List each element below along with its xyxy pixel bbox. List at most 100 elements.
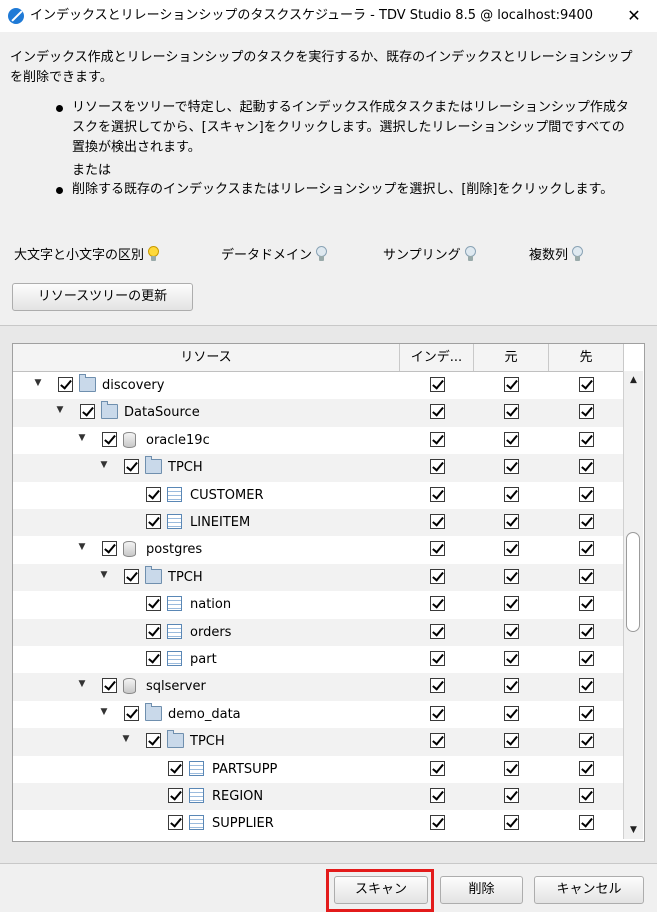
tree-row[interactable]: CUSTOMER: [13, 482, 624, 509]
source-checkbox[interactable]: [504, 541, 519, 557]
tree-row[interactable]: LINEITEM: [13, 509, 624, 537]
target-checkbox[interactable]: [579, 788, 594, 803]
tree-row[interactable]: ▼ postgres: [13, 536, 624, 563]
expand-toggle-icon[interactable]: ▼: [77, 679, 87, 689]
index-checkbox[interactable]: [430, 678, 445, 694]
index-checkbox[interactable]: [430, 815, 445, 831]
column-header-resource[interactable]: リソース: [13, 344, 400, 371]
target-checkbox[interactable]: [579, 596, 594, 612]
tree-row[interactable]: ▼ TPCH: [13, 563, 624, 592]
target-checkbox[interactable]: [579, 815, 594, 831]
index-checkbox[interactable]: [430, 705, 445, 721]
tree-row[interactable]: ▼ TPCH: [13, 454, 624, 482]
tree-row[interactable]: part: [13, 646, 624, 673]
index-checkbox[interactable]: [430, 733, 445, 749]
index-checkbox[interactable]: [430, 514, 445, 529]
source-checkbox[interactable]: [504, 788, 519, 803]
tree-row[interactable]: SUPPLIER: [13, 810, 624, 837]
source-checkbox[interactable]: [504, 404, 519, 420]
resource-checkbox[interactable]: [168, 760, 183, 776]
source-checkbox[interactable]: [504, 815, 519, 831]
vertical-scrollbar[interactable]: ▲ ▼: [623, 371, 643, 839]
target-checkbox[interactable]: [579, 514, 594, 529]
column-header-target[interactable]: 先: [549, 344, 624, 371]
index-checkbox[interactable]: [430, 760, 445, 776]
source-checkbox[interactable]: [504, 568, 519, 584]
scroll-down-icon[interactable]: ▼: [624, 821, 643, 839]
expand-toggle-icon[interactable]: ▼: [99, 460, 109, 470]
option-sampling[interactable]: サンプリング: [383, 246, 476, 266]
resource-checkbox[interactable]: [80, 404, 95, 420]
delete-button[interactable]: 削除: [440, 876, 523, 904]
close-icon[interactable]: ✕: [611, 0, 657, 32]
index-checkbox[interactable]: [430, 651, 445, 666]
scroll-up-icon[interactable]: ▲: [624, 371, 643, 389]
tree-row[interactable]: ▼ DataSource: [13, 399, 624, 427]
target-checkbox[interactable]: [579, 459, 594, 475]
expand-toggle-icon[interactable]: ▼: [77, 542, 87, 552]
source-checkbox[interactable]: [504, 514, 519, 529]
source-checkbox[interactable]: [504, 678, 519, 694]
target-checkbox[interactable]: [579, 568, 594, 584]
target-checkbox[interactable]: [579, 541, 594, 557]
resource-checkbox[interactable]: [146, 514, 161, 529]
resource-checkbox[interactable]: [146, 623, 161, 639]
tree-row[interactable]: orders: [13, 618, 624, 646]
option-data-domain[interactable]: データドメイン: [221, 246, 328, 266]
index-checkbox[interactable]: [430, 568, 445, 584]
source-checkbox[interactable]: [504, 431, 519, 447]
expand-toggle-icon[interactable]: ▼: [55, 405, 65, 415]
source-checkbox[interactable]: [504, 651, 519, 666]
expand-toggle-icon[interactable]: ▼: [77, 433, 87, 443]
resource-checkbox[interactable]: [124, 459, 139, 475]
index-checkbox[interactable]: [430, 596, 445, 612]
index-checkbox[interactable]: [430, 377, 445, 392]
index-checkbox[interactable]: [430, 788, 445, 803]
option-case-sensitive[interactable]: 大文字と小文字の区別: [14, 246, 160, 266]
tree-row[interactable]: PARTSUPP: [13, 756, 624, 783]
source-checkbox[interactable]: [504, 377, 519, 392]
target-checkbox[interactable]: [579, 377, 594, 392]
resource-checkbox[interactable]: [146, 486, 161, 502]
index-checkbox[interactable]: [430, 541, 445, 557]
resource-checkbox[interactable]: [102, 678, 117, 694]
target-checkbox[interactable]: [579, 431, 594, 447]
tree-row[interactable]: ▼ TPCH: [13, 728, 624, 756]
resource-checkbox[interactable]: [102, 431, 117, 447]
expand-toggle-icon[interactable]: ▼: [121, 734, 131, 744]
target-checkbox[interactable]: [579, 623, 594, 639]
target-checkbox[interactable]: [579, 760, 594, 776]
cancel-button[interactable]: キャンセル: [534, 876, 644, 904]
column-header-source[interactable]: 元: [474, 344, 549, 371]
tree-row[interactable]: ▼ discovery: [13, 372, 624, 399]
index-checkbox[interactable]: [430, 404, 445, 420]
option-multi-column[interactable]: 複数列: [529, 246, 584, 266]
source-checkbox[interactable]: [504, 596, 519, 612]
resource-checkbox[interactable]: [146, 596, 161, 612]
resource-checkbox[interactable]: [124, 705, 139, 721]
source-checkbox[interactable]: [504, 623, 519, 639]
resource-checkbox[interactable]: [168, 788, 183, 803]
tree-row[interactable]: ▼ sqlserver: [13, 673, 624, 701]
index-checkbox[interactable]: [430, 623, 445, 639]
source-checkbox[interactable]: [504, 705, 519, 721]
expand-toggle-icon[interactable]: ▼: [33, 378, 43, 388]
resource-checkbox[interactable]: [58, 377, 73, 392]
scroll-thumb[interactable]: [626, 532, 640, 632]
source-checkbox[interactable]: [504, 459, 519, 475]
source-checkbox[interactable]: [504, 733, 519, 749]
target-checkbox[interactable]: [579, 733, 594, 749]
source-checkbox[interactable]: [504, 760, 519, 776]
target-checkbox[interactable]: [579, 678, 594, 694]
tree-row[interactable]: ▼ oracle19c: [13, 427, 624, 454]
expand-toggle-icon[interactable]: ▼: [99, 570, 109, 580]
resource-checkbox[interactable]: [102, 541, 117, 557]
column-header-index[interactable]: インデ...: [400, 344, 474, 371]
resource-checkbox[interactable]: [124, 568, 139, 584]
target-checkbox[interactable]: [579, 404, 594, 420]
target-checkbox[interactable]: [579, 705, 594, 721]
index-checkbox[interactable]: [430, 459, 445, 475]
resource-checkbox[interactable]: [146, 651, 161, 666]
tree-row[interactable]: ▼ demo_data: [13, 701, 624, 728]
expand-toggle-icon[interactable]: ▼: [99, 707, 109, 717]
